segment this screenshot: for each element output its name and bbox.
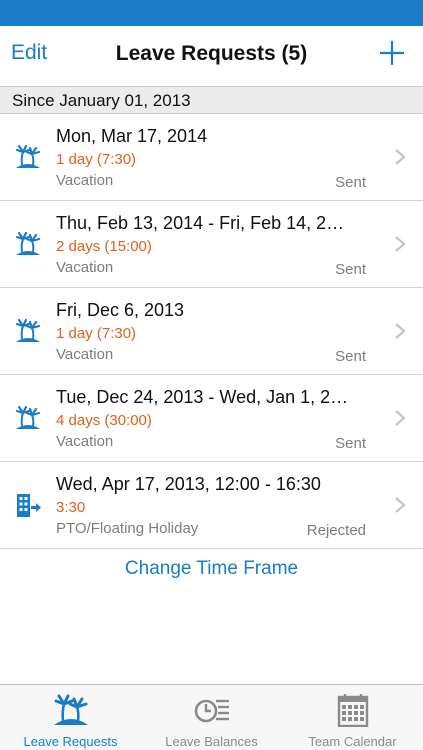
request-status: Sent [335,435,366,452]
tab-label: Leave Balances [165,734,258,749]
tab-label: Leave Requests [23,734,118,749]
request-duration: 3:30 [56,499,86,516]
request-type: PTO/Floating Holiday [56,520,199,537]
palm-island-icon [15,144,41,168]
request-status: Sent [335,348,366,365]
request-type: Vacation [56,259,114,276]
building-exit-icon [17,494,41,517]
calendar-icon [337,694,368,727]
request-duration: 1 day (7:30) [56,325,137,342]
section-header: Since January 01, 2013 [0,86,423,114]
navigation-bar: Edit Leave Requests (5) [0,26,423,86]
request-type: Vacation [56,346,114,363]
palm-island-icon [53,694,88,725]
request-duration: 2 days (15:00) [56,238,152,255]
chevron-right-icon [395,410,406,426]
change-time-frame-link[interactable]: Change Time Frame [0,558,423,580]
chevron-right-icon [395,323,406,339]
request-status: Sent [335,174,366,191]
leave-request-row[interactable]: Fri, Dec 6, 2013 1 day (7:30) Vacation S… [0,288,423,375]
leave-request-list: Mon, Mar 17, 2014 1 day (7:30) Vacation … [0,114,423,549]
tab-label: Team Calendar [308,734,397,749]
balance-clock-icon [194,699,229,723]
palm-island-icon [15,318,41,342]
palm-island-icon [15,231,41,255]
request-date: Fri, Dec 6, 2013 [56,300,185,320]
plus-icon[interactable] [379,40,405,66]
chevron-right-icon [395,236,406,252]
palm-island-icon [15,405,41,429]
page-title: Leave Requests (5) [115,42,308,65]
request-duration: 4 days (30:00) [56,412,152,429]
request-date: Thu, Feb 13, 2014 - Fri, Feb 14, 2… [56,213,345,233]
leave-request-row[interactable]: Wed, Apr 17, 2013, 12:00 - 16:30 3:30 PT… [0,462,423,549]
tab-leave-balances[interactable]: Leave Balances [141,685,282,750]
leave-request-row[interactable]: Thu, Feb 13, 2014 - Fri, Feb 14, 2… 2 da… [0,201,423,288]
request-status: Rejected [306,522,366,539]
status-bar [0,0,423,26]
request-type: Vacation [56,433,114,450]
leave-request-row[interactable]: Mon, Mar 17, 2014 1 day (7:30) Vacation … [0,114,423,201]
section-header-label: Since January 01, 2013 [12,91,191,110]
request-duration: 1 day (7:30) [56,151,137,168]
request-date: Mon, Mar 17, 2014 [56,126,208,146]
leave-request-row[interactable]: Tue, Dec 24, 2013 - Wed, Jan 1, 2… 4 day… [0,375,423,462]
chevron-right-icon [395,497,406,513]
tab-team-calendar[interactable]: Team Calendar [282,685,423,750]
request-type: Vacation [56,172,114,189]
chevron-right-icon [395,149,406,165]
request-date: Tue, Dec 24, 2013 - Wed, Jan 1, 2… [56,387,349,407]
tab-bar: Leave Requests Leave Balances Team Calen… [0,684,423,750]
request-date: Wed, Apr 17, 2013, 12:00 - 16:30 [56,474,321,494]
request-status: Sent [335,261,366,278]
tab-leave-requests[interactable]: Leave Requests [0,685,141,750]
